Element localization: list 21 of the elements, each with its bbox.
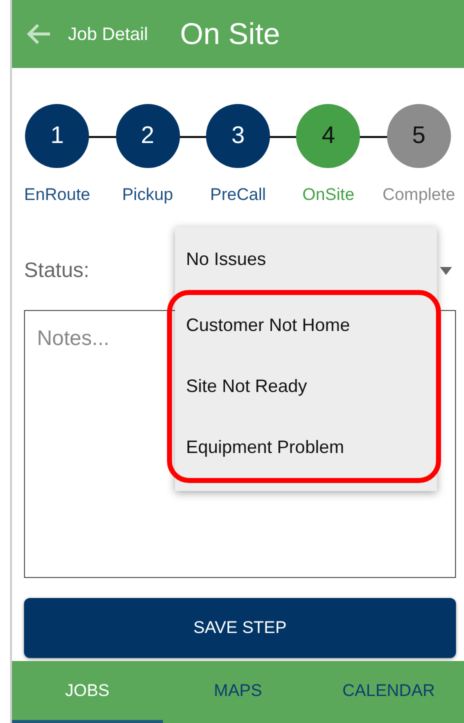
step-label: OnSite	[302, 184, 354, 206]
step-label: Pickup	[122, 184, 174, 206]
step-label: Complete	[382, 184, 456, 206]
nav-tab[interactable]: CALENDAR	[313, 661, 464, 723]
header-subtitle: Job Detail	[68, 22, 148, 46]
save-step-button[interactable]: SAVE STEP	[24, 598, 456, 658]
nav-tab[interactable]: MAPS	[162, 661, 314, 723]
step-circle[interactable]: 1	[25, 104, 90, 168]
step-label: PreCall	[210, 184, 266, 206]
step-circle[interactable]: 3	[206, 104, 270, 168]
step-circle[interactable]: 4	[296, 104, 360, 168]
header-title: On Site	[180, 16, 280, 52]
dropdown-option[interactable]: Equipment Problem	[175, 417, 436, 478]
dropdown-option[interactable]: No Issues	[175, 229, 437, 290]
dropdown-caret-icon[interactable]	[440, 266, 452, 274]
step-circle[interactable]: 5	[386, 104, 451, 168]
step-label: EnRoute	[24, 184, 90, 206]
status-label: Status:	[24, 258, 90, 284]
step-circle[interactable]: 2	[116, 104, 180, 168]
dropdown-option[interactable]: Customer Not Home	[175, 295, 436, 356]
dropdown-option[interactable]: Site Not Ready	[175, 356, 436, 417]
